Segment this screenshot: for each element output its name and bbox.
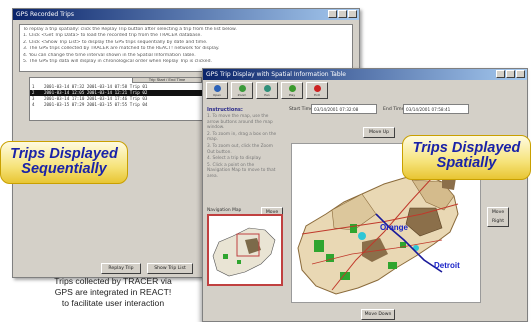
trips-instructions: To replay a trip spatially: click the Re… (19, 24, 353, 72)
caption-line: GPS are integrated in REACT! (54, 287, 172, 297)
spatial-window: GPS Trip Display with Spatial Informatio… (202, 68, 528, 322)
window-controls (328, 10, 357, 18)
move-down-button[interactable]: Move Down (361, 309, 395, 320)
trip-row-text: 2001-03-14 12:05 2001-03-14 12:21 Trip 0… (44, 90, 148, 95)
park-area (326, 254, 334, 262)
maximize-button[interactable] (506, 70, 515, 78)
trips-window-titlebar: GPS Recorded Trips (13, 9, 359, 20)
trip-row-text: 2001-03-14 07:32 2001-03-14 07:58 Trip 0… (44, 84, 148, 89)
trip-row-text: 2001-03-14 17:10 2001-03-14 17:46 Trip 0… (44, 96, 148, 101)
figure-caption: Trips collected by TRACER via GPS are in… (24, 276, 202, 309)
callout-line: Trips Displayed (412, 140, 521, 156)
trip-row-text: 2001-03-15 07:29 2001-03-15 07:55 Trip 0… (44, 102, 148, 107)
folder-icon-button[interactable]: Open (206, 82, 228, 99)
start-time-field[interactable]: 03/14/2001 07:32:08 (311, 104, 377, 114)
end-time-field[interactable]: 03/14/2001 07:58:41 (403, 104, 469, 114)
navigation-map[interactable] (207, 214, 283, 286)
window-controls (496, 70, 525, 78)
spatial-callout: Trips Displayed Spatially (402, 135, 531, 180)
city-label-orange: Orange (380, 223, 409, 232)
start-time-label: Start Time (289, 107, 313, 112)
close-button[interactable] (516, 70, 525, 78)
trip-grid-header: Trip Start / End Time (132, 77, 202, 83)
exit-icon (313, 84, 321, 92)
move-right-button[interactable]: Move Right (487, 207, 509, 227)
trip-list-grid[interactable]: Trip Start / End Time 1 2001-03-14 07:32… (29, 77, 209, 121)
row-number: 4 (32, 102, 35, 107)
minimize-button[interactable] (328, 10, 337, 18)
city-label-detroit: Detroit (434, 261, 460, 270)
replay-trip-button[interactable]: Replay Trip (101, 263, 141, 274)
nav-park-area (237, 260, 241, 264)
instruction-line: 5. The GPS trip data will display in chr… (23, 59, 212, 65)
toolbar-label: Play (288, 92, 296, 97)
park-area (314, 240, 324, 252)
zoom-icon (238, 84, 246, 92)
navigation-map-label: Navigation Map (207, 208, 242, 213)
end-time-label: End Time (383, 107, 405, 112)
callout-line: Trips Displayed (10, 146, 118, 162)
instruction-step: 2. To zoom in, drag a box on the map. (207, 131, 277, 143)
spatial-instructions: Instructions: 1. To move the map, use th… (207, 107, 277, 203)
minimize-button[interactable] (496, 70, 505, 78)
play-icon-button[interactable]: Play (281, 82, 303, 99)
trips-window-title: GPS Recorded Trips (16, 11, 74, 18)
pan-icon (263, 84, 271, 92)
toolbar-label: Open (212, 92, 221, 97)
nav-region-boundary (212, 227, 276, 277)
instruction-step: 1. To move the map, use the arrow button… (207, 114, 273, 131)
instructions-title: Instructions: (207, 107, 243, 113)
callout-line: Sequentially (21, 161, 107, 177)
caption-line: to facilitate user interaction (61, 298, 165, 308)
spatial-window-titlebar: GPS Trip Display with Spatial Informatio… (203, 69, 527, 80)
water-body (358, 232, 366, 240)
instruction-step: 5. Click a point on the Navigation Map t… (207, 162, 276, 179)
sequential-callout: Trips Displayed Sequentially (0, 141, 128, 184)
play-icon (288, 84, 296, 92)
instruction-step: 4. Select a trip to display. (207, 156, 262, 162)
callout-line: Spatially (436, 155, 497, 171)
instruction-step: 3. To zoom out, click the Zoom Out butto… (207, 143, 273, 155)
toolbar-label: Zoom (237, 92, 247, 97)
toolbar-label: Pan (264, 92, 270, 97)
caption-line: Trips collected by TRACER via (54, 276, 172, 286)
folder-icon (213, 84, 221, 92)
toolbar-label: Exit (314, 92, 320, 97)
maximize-button[interactable] (338, 10, 347, 18)
spatial-window-title: GPS Trip Display with Spatial Informatio… (206, 71, 346, 78)
close-button[interactable] (348, 10, 357, 18)
table-row[interactable]: 4 2001-03-15 07:29 2001-03-15 07:55 Trip… (30, 102, 208, 108)
move-up-button[interactable]: Move Up (363, 127, 395, 138)
park-area (388, 262, 397, 269)
map-toolbar: Open Zoom Pan Play Exit (206, 82, 328, 99)
pan-icon-button[interactable]: Pan (256, 82, 278, 99)
navigation-map-shape (212, 227, 276, 277)
park-area (350, 224, 357, 233)
nav-park-area (223, 254, 228, 259)
exit-icon-button[interactable]: Exit (306, 82, 328, 99)
zoom-icon-button[interactable]: Zoom (231, 82, 253, 99)
show-trip-list-button[interactable]: Show Trip List (147, 263, 193, 274)
